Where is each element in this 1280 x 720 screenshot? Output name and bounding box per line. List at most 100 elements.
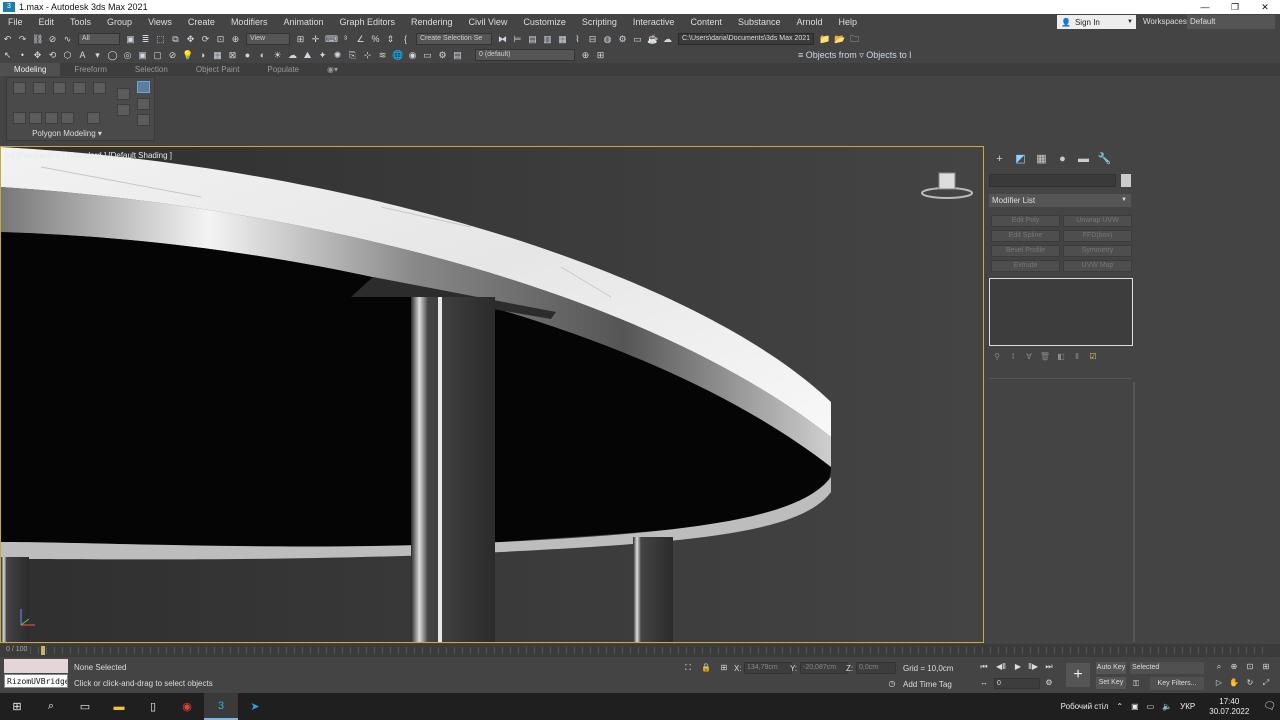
place-icon[interactable]: ⊕ — [230, 34, 241, 45]
link-icon[interactable]: ⛓ — [32, 34, 43, 45]
objects-transfer-label[interactable]: ≡ Objects from ▿ Objects to l — [798, 50, 911, 61]
go-to-start-icon[interactable]: ⏮ — [978, 662, 990, 672]
helper-icon[interactable]: ⊹ — [362, 50, 373, 61]
save-folder-icon[interactable]: 🗀 — [849, 34, 860, 45]
menu-animation[interactable]: Animation — [275, 17, 331, 27]
render-icon[interactable]: ☕ — [647, 34, 658, 45]
make-unique-icon[interactable]: ∀ — [1023, 352, 1035, 363]
rendered-frame-icon[interactable]: ▭ — [632, 34, 643, 45]
modeling-tool-button[interactable] — [73, 82, 86, 94]
menu-tools[interactable]: Tools — [62, 17, 99, 27]
select-by-name-icon[interactable]: ≣ — [140, 34, 151, 45]
unlink-icon[interactable]: ⊘ — [47, 34, 58, 45]
point-icon[interactable]: • — [17, 50, 28, 61]
menu-civil-view[interactable]: Civil View — [461, 17, 516, 27]
schematic-view-icon[interactable]: ⊟ — [587, 34, 598, 45]
reference-coordinate-dropdown[interactable]: View — [246, 33, 290, 45]
key-mode-toggle-icon[interactable]: ↔ — [978, 678, 990, 688]
telegram-icon[interactable]: ➤ — [238, 693, 272, 720]
notepad-icon[interactable]: ▯ — [136, 693, 170, 720]
network-icon[interactable]: ▭ — [1147, 702, 1155, 711]
ribbon-options-icon[interactable]: ◉▾ — [313, 65, 352, 74]
modifier-list-dropdown[interactable]: Modifier List ▼ — [989, 194, 1131, 207]
desktop-label[interactable]: Робочий стіл — [1061, 702, 1109, 711]
3dsmax-taskbar-icon[interactable]: 3 — [204, 693, 238, 720]
modeling-tool-button[interactable] — [93, 82, 106, 94]
time-configuration-icon[interactable]: ⚙ — [1043, 678, 1055, 688]
maximize-viewport-icon[interactable]: ⤢ — [1260, 678, 1272, 688]
previous-frame-icon[interactable]: ◀Ⅱ — [995, 662, 1007, 672]
volume-icon[interactable]: 🔈 — [1162, 702, 1172, 711]
pin-stack-icon[interactable]: ⚲ — [991, 352, 1003, 363]
terrain-icon[interactable]: ⛰ — [302, 50, 313, 61]
remove-modifier-icon[interactable]: 🗑 — [1039, 352, 1051, 363]
modeling-tool-button[interactable] — [29, 112, 42, 124]
edit-named-selection-icon[interactable]: { — [400, 34, 411, 45]
tray-app-icon[interactable]: ▣ — [1131, 702, 1139, 711]
freeze-icon[interactable]: ▢ — [152, 50, 163, 61]
z-coordinate-field[interactable]: 0,0cm — [856, 662, 896, 674]
polygon-modeling-label[interactable]: Polygon Modeling ▾ — [7, 129, 127, 138]
select-layer-icon[interactable]: ⊞ — [595, 50, 606, 61]
rectangular-selection-icon[interactable]: ⬚ — [155, 34, 166, 45]
field-of-view-icon[interactable]: ▷ — [1213, 678, 1225, 688]
ribbon-tab-selection[interactable]: Selection — [121, 65, 182, 74]
auto-key-button[interactable]: Auto Key — [1096, 662, 1126, 674]
restore-button[interactable]: ❐ — [1220, 0, 1250, 14]
named-selection-dropdown[interactable]: Create Selection Se — [416, 33, 492, 45]
notifications-icon[interactable]: 🗨 — [1263, 701, 1276, 712]
camera-icon[interactable]: ⎘ — [347, 50, 358, 61]
lamp-icon[interactable]: ◐ — [257, 50, 268, 61]
time-slider-handle[interactable] — [41, 646, 45, 655]
create-key-button[interactable]: + — [1066, 663, 1090, 687]
menu-content[interactable]: Content — [682, 17, 730, 27]
pivot-center-icon[interactable]: ⊞ — [295, 34, 306, 45]
menu-modifiers[interactable]: Modifiers — [223, 17, 276, 27]
modifier-stack[interactable] — [989, 278, 1133, 346]
zoom-all-icon[interactable]: ⊕ — [1228, 662, 1240, 672]
modifier-button-extrude[interactable]: Extrude — [991, 260, 1060, 272]
select-tool-icon[interactable]: ↖ — [2, 50, 13, 61]
maxscript-input[interactable]: RizomUVBridge — [4, 674, 68, 688]
render-online-icon[interactable]: ☁ — [662, 34, 673, 45]
ribbon-tab-modeling[interactable]: Modeling — [0, 63, 61, 76]
modeling-tool-active-button[interactable] — [137, 81, 150, 93]
modifier-button-symmetry[interactable]: Symmetry — [1063, 245, 1132, 257]
modifier-button-bevel-profile[interactable]: Bevel Profile — [991, 245, 1060, 257]
bind-space-warp-icon[interactable]: ∿ — [62, 34, 73, 45]
menu-customize[interactable]: Customize — [515, 17, 574, 27]
show-end-result-icon[interactable]: Ⅰ — [1007, 352, 1019, 363]
modifier-button-edit-poly[interactable]: Edit Poly — [991, 215, 1060, 227]
windows-start-icon[interactable]: ⊞ — [0, 693, 34, 720]
sphere-icon[interactable]: ● — [242, 50, 253, 61]
target-icon[interactable]: ◎ — [122, 50, 133, 61]
scene-explorer-icon[interactable]: ▥ — [542, 34, 553, 45]
bone-icon[interactable]: ▾ — [92, 50, 103, 61]
graphite-toggle-icon[interactable]: ▦ — [557, 34, 568, 45]
globe-icon[interactable]: 🌐 — [392, 50, 403, 61]
open-folder-icon[interactable]: 📂 — [834, 34, 845, 45]
keyboard-shortcut-icon[interactable]: ⌨ — [325, 34, 338, 45]
set-key-button[interactable]: Set Key — [1096, 677, 1126, 689]
rotate-icon[interactable]: ⟳ — [200, 34, 211, 45]
perspective-viewport[interactable]: [+] [Perspective ] [Standard ] [Default … — [0, 146, 984, 643]
select-object-icon[interactable]: ▣ — [125, 34, 136, 45]
redo-icon[interactable]: ↷ — [17, 34, 28, 45]
current-frame-field[interactable]: 0 — [994, 678, 1040, 689]
circle-tool-icon[interactable]: ◯ — [107, 50, 118, 61]
next-frame-icon[interactable]: Ⅱ▶ — [1027, 662, 1039, 672]
percent-snap-icon[interactable]: % — [370, 34, 381, 45]
move-icon[interactable]: ✥ — [185, 34, 196, 45]
x-coordinate-field[interactable]: 134,79cm — [744, 662, 792, 674]
move-tool-icon[interactable]: ✥ — [32, 50, 43, 61]
minimize-button[interactable]: — — [1190, 0, 1220, 14]
particle-icon[interactable]: ✦ — [317, 50, 328, 61]
set-project-icon[interactable]: 📁 — [819, 34, 830, 45]
workspaces-dropdown[interactable]: Default — [1187, 15, 1275, 29]
display-icon[interactable]: ◑ — [197, 50, 208, 61]
render-settings-icon[interactable]: ⚙ — [437, 50, 448, 61]
task-view-icon[interactable]: ▭ — [68, 693, 102, 720]
lightbulb-icon[interactable]: 💡 — [182, 50, 193, 61]
modifier-button-edit-spline[interactable]: Edit Spline — [991, 230, 1060, 242]
text-tool-icon[interactable]: A — [77, 50, 88, 61]
